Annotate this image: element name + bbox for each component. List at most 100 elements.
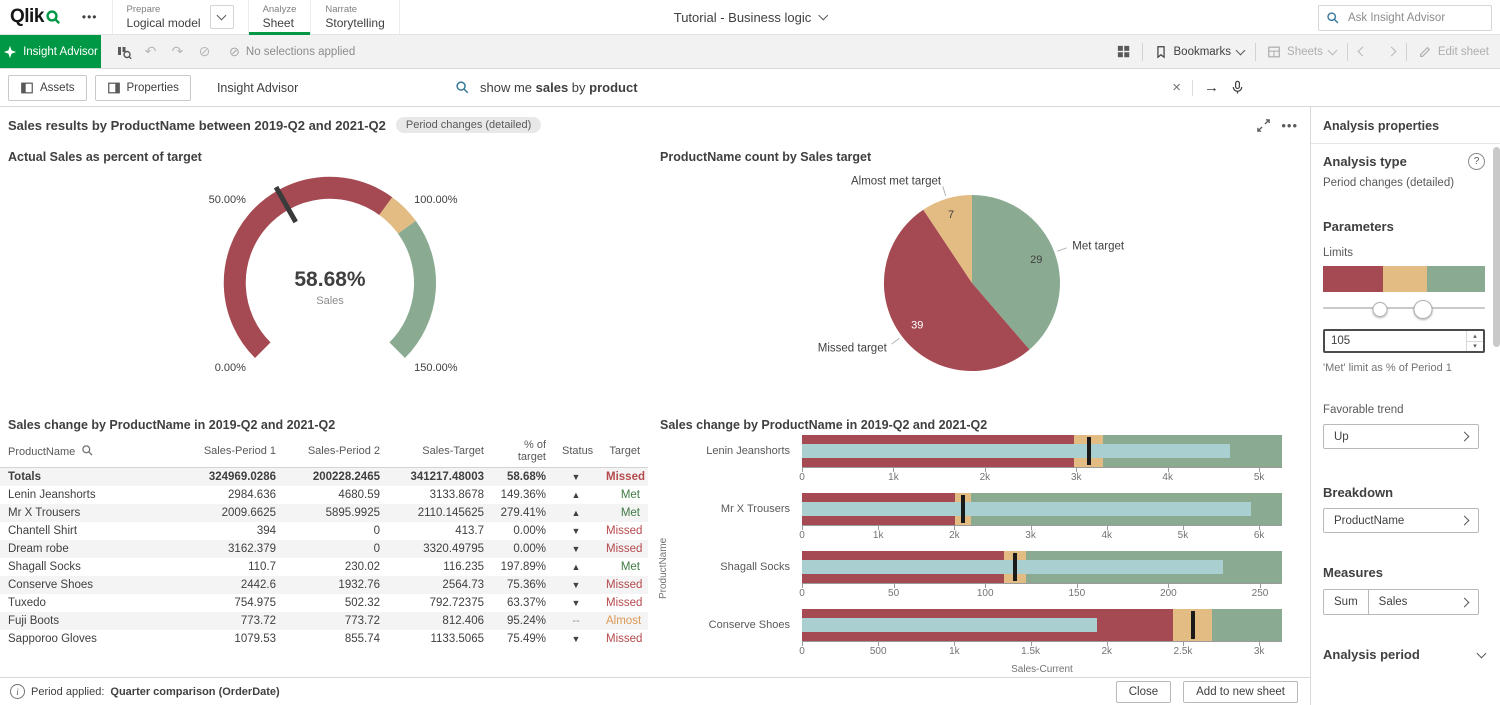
bullet-measure-bar[interactable] — [802, 618, 1097, 632]
slider-handle-high[interactable] — [1414, 300, 1433, 319]
table-row[interactable]: Fuji Boots773.72773.72812.40695.24%--Alm… — [0, 612, 648, 630]
app-title-dropdown[interactable]: Tutorial - Business logic — [674, 0, 827, 34]
table-row[interactable]: Totals324969.0286200228.2465341217.48003… — [0, 468, 648, 487]
previous-sheet-button[interactable] — [1348, 35, 1377, 68]
global-search[interactable] — [1318, 5, 1492, 31]
insight-advisor-button[interactable]: Insight Advisor — [0, 35, 101, 68]
properties-button[interactable]: Properties — [95, 75, 191, 101]
gauge-svg: 0.00%50.00%100.00%150.00%58.68%Sales — [0, 165, 650, 403]
scrollbar[interactable] — [1493, 107, 1500, 705]
axis-tick-label: 100 — [977, 588, 994, 599]
app-grid-button[interactable] — [1105, 35, 1142, 68]
column-header[interactable]: Sales-Period 1 — [180, 436, 284, 468]
table-row[interactable]: Shagall Socks110.7230.02116.235197.89%▲M… — [0, 558, 648, 576]
query-word: product — [589, 80, 637, 95]
breakdown-select[interactable]: ProductName — [1323, 508, 1479, 533]
favorable-trend-select[interactable]: Up — [1323, 424, 1479, 449]
table-row[interactable]: Sapporoo Gloves1079.53855.741133.506575.… — [0, 630, 648, 648]
spinner-down-icon[interactable]: ▾ — [1467, 342, 1483, 352]
chevron-down-icon[interactable] — [1477, 648, 1487, 658]
column-header[interactable]: Sales-Period 2 — [284, 436, 388, 468]
column-header[interactable]: % of target — [492, 436, 554, 468]
nav-tab-analyze[interactable]: Analyze Sheet — [248, 0, 311, 34]
target-status-cell: Missed — [598, 594, 648, 612]
column-header[interactable]: Status — [554, 436, 598, 468]
add-to-new-sheet-button[interactable]: Add to new sheet — [1183, 681, 1298, 703]
clear-query-icon[interactable]: × — [1172, 80, 1181, 95]
query-text[interactable]: show me sales by product — [480, 80, 1162, 95]
prepare-dropdown-button[interactable] — [210, 5, 234, 29]
assets-button[interactable]: Assets — [8, 75, 87, 101]
measure-field-select[interactable]: Sales — [1369, 589, 1479, 615]
insight-query-field[interactable]: show me sales by product × → — [455, 69, 1245, 106]
slider-handle-low[interactable] — [1372, 302, 1387, 317]
table-row[interactable]: Dream robe3162.37903320.497950.00%▼Misse… — [0, 540, 648, 558]
global-search-input[interactable] — [1346, 11, 1484, 25]
selections-tool-icon[interactable] — [111, 39, 136, 64]
measure-aggregation-button[interactable]: Sum — [1323, 589, 1369, 615]
column-header[interactable]: Target — [598, 436, 648, 468]
close-button[interactable]: Close — [1116, 681, 1171, 703]
axis-tick-label: 1k — [873, 530, 884, 541]
pie-value-label: 39 — [911, 320, 923, 332]
query-word: show me — [480, 80, 536, 95]
bullet-row[interactable]: Shagall Socks050100150200250 — [652, 551, 1304, 600]
submit-query-arrow-icon[interactable]: → — [1204, 80, 1219, 95]
help-icon[interactable]: ? — [1468, 153, 1485, 170]
step-forward-icon[interactable]: ↷ — [165, 39, 190, 64]
trend-cell: ▼ — [554, 468, 598, 487]
gauge-chart[interactable]: Actual Sales as percent of target 0.00%5… — [0, 143, 652, 411]
sheets-dropdown[interactable]: Sheets — [1256, 35, 1347, 68]
qlik-logo[interactable]: Qlik — [0, 0, 72, 34]
column-search-icon[interactable] — [81, 444, 94, 457]
table-cell: 4680.59 — [284, 486, 388, 504]
chevron-down-icon — [818, 11, 828, 21]
limit-input[interactable] — [1325, 331, 1466, 351]
analysis-period-label: Analysis period — [1323, 647, 1420, 662]
bullet-measure-bar[interactable] — [802, 444, 1230, 458]
trend-cell: ▼ — [554, 594, 598, 612]
bullet-track — [802, 609, 1282, 641]
sales-table-chart[interactable]: Sales change by ProductName in 2019-Q2 a… — [0, 411, 652, 677]
bullet-row[interactable]: Mr X Trousers01k2k3k4k5k6k — [652, 493, 1304, 542]
column-header[interactable]: Sales-Target — [388, 436, 492, 468]
table-row[interactable]: Lenin Jeanshorts2984.6364680.593133.8678… — [0, 486, 648, 504]
expand-icon[interactable] — [1256, 118, 1271, 133]
search-icon — [455, 80, 470, 95]
bullet-plot: 01k2k3k4k5k — [802, 435, 1282, 484]
bullet-chart[interactable]: Sales change by ProductName in 2019-Q2 a… — [652, 411, 1304, 677]
column-header[interactable]: ProductName — [0, 436, 180, 468]
bullet-row-label: Conserve Shoes — [652, 609, 802, 658]
more-menu-button[interactable]: ••• — [72, 0, 108, 34]
table-row[interactable]: Tuxedo754.975502.32792.7237563.37%▼Misse… — [0, 594, 648, 612]
more-options-icon[interactable]: ••• — [1281, 118, 1298, 133]
nav-tab-label: Storytelling — [325, 16, 384, 30]
divider — [1192, 80, 1193, 96]
step-back-icon[interactable]: ↶ — [138, 39, 163, 64]
bullet-row[interactable]: Conserve Shoes05001k1.5k2k2.5k3k — [652, 609, 1304, 658]
target-status-cell: Met — [598, 486, 648, 504]
info-icon: i — [10, 684, 25, 699]
table-cell: 197.89% — [492, 558, 554, 576]
bullet-row[interactable]: Lenin Jeanshorts01k2k3k4k5k — [652, 435, 1304, 484]
pie-chart[interactable]: ProductName count by Sales target 29Met … — [652, 143, 1304, 411]
table-row[interactable]: Mr X Trousers2009.66255895.99252110.1456… — [0, 504, 648, 522]
axis-tick-label: 1.5k — [1021, 646, 1040, 657]
chevron-down-icon — [1236, 45, 1246, 55]
microphone-icon[interactable] — [1230, 80, 1245, 95]
table-cell: 95.24% — [492, 612, 554, 630]
nav-tab-prepare[interactable]: Prepare Logical model — [112, 0, 248, 34]
table-row[interactable]: Conserve Shoes2442.61932.762564.7375.36%… — [0, 576, 648, 594]
edit-sheet-button[interactable]: Edit sheet — [1407, 35, 1500, 68]
bullet-axis: 050100150200250 — [802, 583, 1282, 600]
nav-tab-narrate[interactable]: Narrate Storytelling — [310, 0, 399, 34]
spinner-up-icon[interactable]: ▴ — [1467, 331, 1483, 342]
limit-range-slider[interactable] — [1323, 299, 1485, 317]
product-name-cell: Chantell Shirt — [0, 522, 180, 540]
next-sheet-button[interactable] — [1377, 35, 1406, 68]
scrollbar-thumb[interactable] — [1493, 147, 1500, 347]
bullet-measure-bar[interactable] — [802, 502, 1251, 516]
clear-selections-icon[interactable]: ⊘ — [192, 39, 217, 64]
bookmarks-dropdown[interactable]: Bookmarks — [1143, 35, 1256, 68]
table-row[interactable]: Chantell Shirt3940413.70.00%▼Missed — [0, 522, 648, 540]
